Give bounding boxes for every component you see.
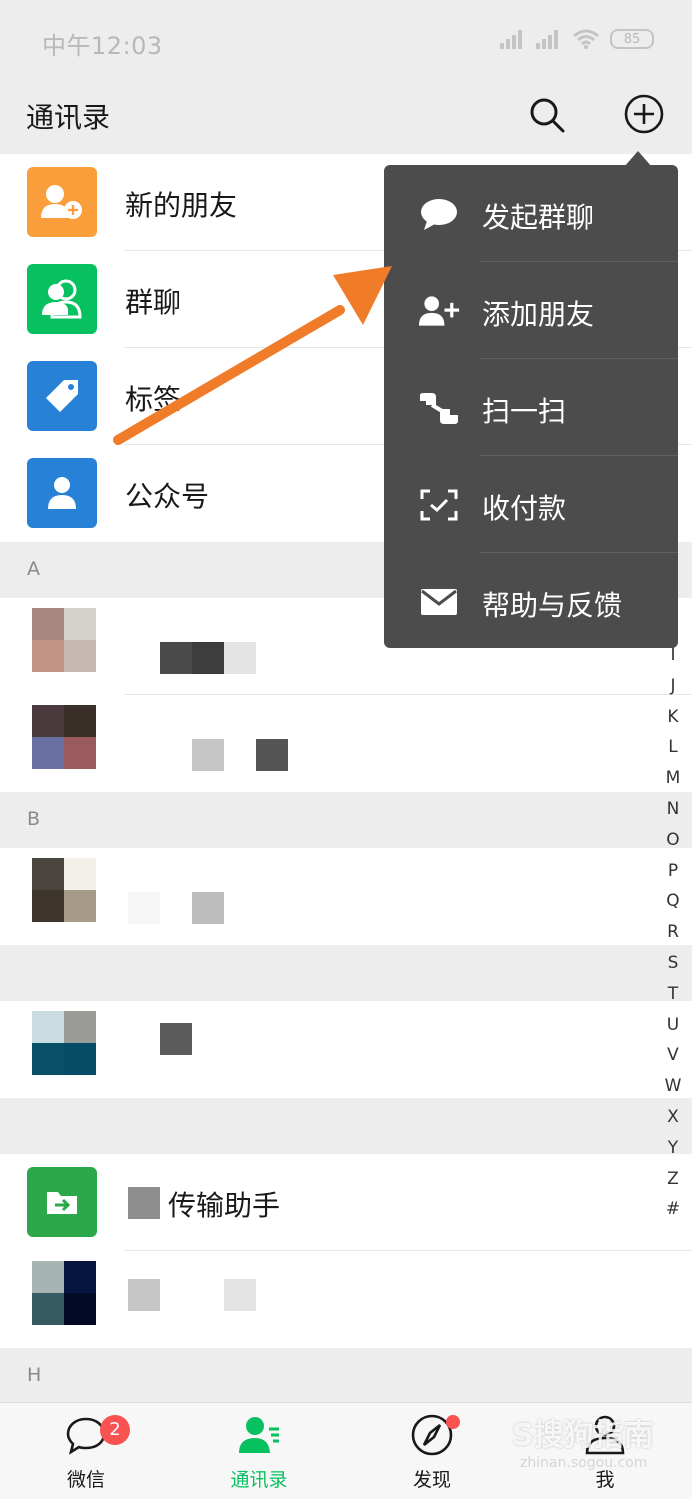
tab-label: 发现 (412, 1469, 451, 1491)
index-letter[interactable]: Q (660, 886, 686, 917)
search-icon[interactable] (527, 95, 567, 135)
avatar (32, 1011, 96, 1075)
status-bar: 中午12:03 85 (0, 0, 692, 80)
blurred-name (224, 1279, 256, 1311)
menu-label: 发起群聊 (482, 201, 595, 234)
battery-indicator: 85 (610, 29, 654, 49)
blurred-name (128, 1279, 160, 1311)
group-icon (27, 264, 97, 334)
index-letter[interactable]: R (660, 917, 686, 948)
new-dot-badge (446, 1415, 460, 1429)
index-letter[interactable]: Z (660, 1164, 686, 1195)
start-group-chat-item[interactable]: 发起群聊 (384, 165, 678, 262)
blurred-name (256, 739, 288, 771)
payment-icon (418, 486, 460, 524)
blurred-name (192, 642, 224, 674)
alphabet-index[interactable]: I J K L M N O P Q R S T U V W X Y Z # (660, 640, 686, 1225)
blurred-name (128, 1187, 160, 1219)
wifi-icon (573, 29, 599, 49)
add-friend-icon (418, 292, 460, 330)
tab-discover[interactable]: 发现 (372, 1403, 492, 1499)
contact-row[interactable] (0, 695, 692, 792)
page-title: 通讯录 (26, 101, 111, 134)
tab-label: 通讯录 (230, 1469, 288, 1491)
menu-label: 添加朋友 (482, 298, 595, 331)
index-letter[interactable]: L (660, 732, 686, 763)
index-letter[interactable]: M (660, 763, 686, 794)
index-letter[interactable]: J (660, 671, 686, 702)
blurred-name (160, 1023, 192, 1055)
blurred-name (192, 739, 224, 771)
new-friends-label: 新的朋友 (125, 189, 238, 222)
contact-row[interactable] (0, 1251, 692, 1348)
index-letter[interactable]: # (660, 1194, 686, 1225)
group-chats-label: 群聊 (125, 286, 182, 319)
add-popup-menu: 发起群聊 添加朋友 扫一扫 收付款 帮助与反馈 (384, 165, 678, 648)
index-letter[interactable]: Y (660, 1133, 686, 1164)
chat-bubble-icon (418, 195, 460, 233)
avatar (32, 608, 96, 672)
tags-label: 标签 (125, 383, 182, 416)
section-header: B (0, 792, 692, 848)
help-feedback-item[interactable]: 帮助与反馈 (384, 553, 678, 650)
tag-icon (27, 361, 97, 431)
index-letter[interactable]: N (660, 794, 686, 825)
watermark-url: zhinan.sogou.com (520, 1455, 648, 1471)
contact-row[interactable] (0, 848, 692, 945)
signal-icon (536, 30, 558, 49)
avatar (32, 858, 96, 922)
tab-contacts[interactable]: 通讯录 (199, 1403, 319, 1499)
index-letter[interactable]: P (660, 856, 686, 887)
menu-label: 帮助与反馈 (482, 589, 623, 622)
index-letter[interactable]: K (660, 702, 686, 733)
file-transfer-label: 传输助手 (168, 1189, 281, 1222)
blurred-name (160, 642, 192, 674)
menu-label: 收付款 (482, 492, 567, 525)
add-friend-icon (27, 167, 97, 237)
contacts-icon (239, 1417, 279, 1453)
mail-icon (418, 583, 460, 621)
official-accounts-label: 公众号 (125, 480, 210, 513)
index-letter[interactable]: U (660, 1010, 686, 1041)
avatar (32, 705, 96, 769)
scan-item[interactable]: 扫一扫 (384, 359, 678, 456)
section-header (0, 945, 692, 1001)
index-letter[interactable]: W (660, 1071, 686, 1102)
menu-label: 扫一扫 (482, 395, 567, 428)
header: 通讯录 (0, 80, 692, 154)
tab-chats[interactable]: 2 微信 (26, 1403, 146, 1499)
signal-icon (500, 30, 522, 49)
money-item[interactable]: 收付款 (384, 456, 678, 553)
section-header: H (0, 1348, 692, 1404)
add-friend-item[interactable]: 添加朋友 (384, 262, 678, 359)
index-letter[interactable]: O (660, 825, 686, 856)
avatar (32, 1261, 96, 1325)
index-letter[interactable]: T (660, 979, 686, 1010)
blurred-name (128, 892, 160, 924)
unread-badge: 2 (100, 1415, 130, 1445)
tab-label: 微信 (66, 1469, 105, 1491)
blurred-name (192, 892, 224, 924)
status-icons: 85 (500, 28, 654, 50)
watermark-logo: S搜狗指南 (512, 1418, 654, 1453)
index-letter[interactable]: V (660, 1040, 686, 1071)
section-header (0, 1098, 692, 1154)
status-time: 中午12:03 (42, 32, 163, 60)
contact-row[interactable] (0, 1001, 692, 1098)
folder-icon (27, 1167, 97, 1237)
index-letter[interactable]: X (660, 1102, 686, 1133)
index-letter[interactable]: S (660, 948, 686, 979)
official-account-icon (27, 458, 97, 528)
scan-icon (418, 389, 460, 427)
file-transfer-item[interactable]: 传输助手 (0, 1154, 692, 1251)
add-circle-icon[interactable] (623, 93, 665, 135)
blurred-name (224, 642, 256, 674)
